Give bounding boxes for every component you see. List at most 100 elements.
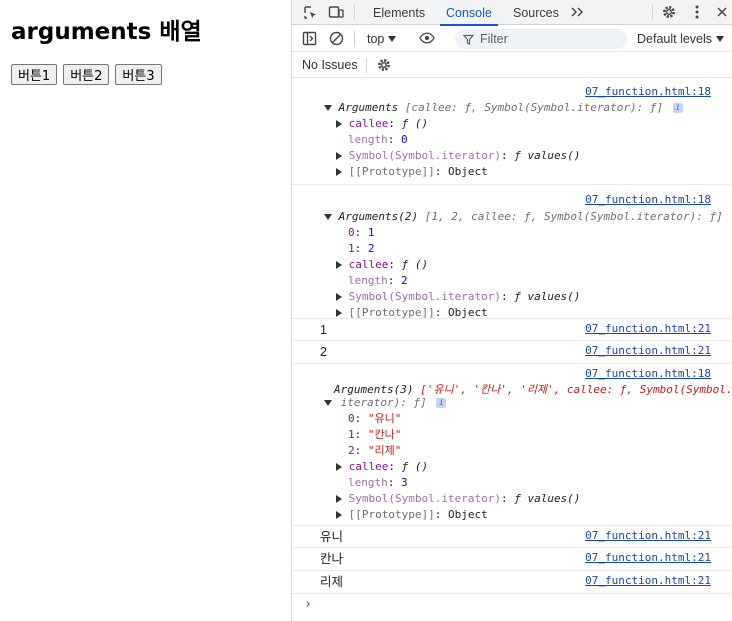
object-summary-cont[interactable]: iterator): ƒ] i — [324, 395, 447, 411]
object-summary[interactable]: Arguments [callee: ƒ, Symbol(Symbol.iter… — [324, 100, 683, 116]
prop-value: 2 — [401, 274, 408, 287]
tab-elements[interactable]: Elements — [373, 0, 425, 25]
prop-value: 1 — [367, 226, 375, 239]
button-2[interactable]: 버튼2 — [63, 64, 110, 85]
prop-key: callee — [348, 258, 389, 271]
collapse-triangle-icon — [336, 511, 342, 519]
source-link[interactable]: 07_function.html:21 — [585, 551, 711, 564]
console-message-simple: 칸나 07_function.html:21 — [292, 548, 732, 571]
prop-value: ƒ () — [401, 258, 429, 271]
issues-count[interactable]: No Issues — [302, 58, 358, 72]
prop-key: callee — [348, 460, 389, 473]
prop-value: 3 — [401, 476, 408, 489]
close-devtools-icon[interactable] — [714, 4, 730, 20]
more-tabs-icon[interactable] — [569, 4, 585, 20]
collapse-triangle-icon — [336, 293, 342, 301]
inspect-element-icon[interactable] — [302, 4, 318, 20]
prop-row: 1: "칸나" — [348, 427, 401, 443]
live-expression-eye-icon[interactable] — [419, 30, 435, 46]
context-selector[interactable]: top — [367, 30, 397, 48]
prop-row: length: 0 — [348, 132, 408, 148]
summary-name: Arguments(2) — [338, 210, 419, 223]
summary-name: Arguments — [338, 101, 399, 114]
context-selector-label: top — [367, 32, 385, 46]
object-summary[interactable]: Arguments(2) [1, 2, callee: ƒ, Symbol(Sy… — [324, 209, 732, 225]
prop-row[interactable]: callee: ƒ () — [336, 459, 428, 475]
summary-rest: [callee: ƒ, Symbol(Symbol.iterator): ƒ] — [404, 101, 664, 114]
console-prompt[interactable]: › — [304, 597, 312, 612]
button-3[interactable]: 버튼3 — [115, 64, 162, 85]
issues-divider — [366, 58, 367, 73]
source-link[interactable]: 07_function.html:18 — [585, 85, 711, 98]
prop-value: Object — [447, 306, 488, 319]
console-filter[interactable] — [455, 29, 627, 49]
prop-row: length: 3 — [348, 475, 408, 491]
source-link[interactable]: 07_function.html:21 — [585, 574, 711, 587]
toolbar-divider — [354, 31, 355, 47]
prop-sep: : — [387, 476, 401, 489]
prop-row: length: 2 — [348, 273, 408, 289]
prop-key: length — [348, 476, 388, 489]
console-message-log1: 07_function.html:18 Arguments [callee: ƒ… — [292, 79, 732, 185]
more-options-kebab-icon[interactable] — [689, 4, 705, 20]
expand-triangle-icon — [324, 105, 332, 111]
prop-row: 0: 1 — [348, 225, 375, 241]
log-levels-dropdown[interactable]: Default levels — [637, 30, 725, 48]
prop-value: Object — [447, 508, 488, 521]
button-1[interactable]: 버튼1 — [11, 64, 58, 85]
expand-triangle-icon — [324, 400, 332, 406]
source-link[interactable]: 07_function.html:18 — [585, 193, 711, 206]
collapse-triangle-icon — [336, 152, 342, 160]
clear-console-icon[interactable] — [328, 30, 344, 46]
prop-row[interactable]: callee: ƒ () — [336, 116, 428, 132]
prop-row[interactable]: Symbol(Symbol.iterator): ƒ values() — [336, 148, 580, 164]
prop-row[interactable]: [[Prototype]]: Object — [336, 164, 488, 180]
prop-key: length — [348, 274, 388, 287]
summary-rest: ['유니', '칸나', '리제', callee: ƒ, Symbol(Sym… — [420, 383, 732, 396]
prop-row[interactable]: Symbol(Symbol.iterator): ƒ values() — [336, 491, 580, 507]
prop-sep: : — [354, 444, 368, 457]
chevron-down-icon — [388, 36, 397, 42]
expand-triangle-icon — [324, 214, 332, 220]
prop-key: length — [348, 133, 388, 146]
tab-console[interactable]: Console — [440, 0, 498, 26]
source-link[interactable]: 07_function.html:18 — [585, 367, 711, 380]
button-row: 버튼1 버튼2 버튼3 — [11, 64, 162, 85]
log-text: 리제 — [320, 575, 344, 589]
prop-row: 1: 2 — [348, 241, 375, 257]
prop-sep: : — [354, 428, 368, 441]
prop-value: ƒ values() — [514, 149, 581, 162]
prop-value: Object — [447, 165, 488, 178]
summary-rest-cont: iterator): ƒ] — [340, 396, 427, 409]
prop-key: 1 — [348, 242, 355, 255]
filter-input[interactable] — [480, 32, 610, 46]
prop-row[interactable]: callee: ƒ () — [336, 257, 428, 273]
prop-row[interactable]: Symbol(Symbol.iterator): ƒ values() — [336, 289, 580, 305]
source-link[interactable]: 07_function.html:21 — [585, 322, 711, 335]
prop-key: Symbol(Symbol.iterator) — [348, 492, 501, 505]
log-text: 2 — [320, 345, 327, 359]
collapse-triangle-icon — [336, 463, 342, 471]
page-viewport: arguments 배열 버튼1 버튼2 버튼3 — [0, 0, 291, 621]
console-settings-gear-icon[interactable] — [376, 57, 392, 73]
prop-sep: : — [434, 165, 448, 178]
prop-key: 1 — [348, 428, 355, 441]
prop-row[interactable]: [[Prototype]]: Object — [336, 507, 488, 523]
prop-key: Symbol(Symbol.iterator) — [348, 290, 501, 303]
prop-sep: : — [388, 258, 402, 271]
prop-key: [[Prototype]] — [348, 306, 435, 319]
tab-sources[interactable]: Sources — [513, 0, 559, 25]
prop-sep: : — [434, 508, 448, 521]
show-sidebar-icon[interactable] — [301, 30, 317, 46]
info-icon: i — [672, 103, 683, 113]
collapse-triangle-icon — [336, 120, 342, 128]
prop-sep: : — [388, 460, 402, 473]
collapse-triangle-icon — [336, 309, 342, 317]
device-toolbar-icon[interactable] — [328, 4, 344, 20]
chevron-down-icon — [716, 36, 725, 42]
source-link[interactable]: 07_function.html:21 — [585, 344, 711, 357]
collapse-triangle-icon — [336, 168, 342, 176]
source-link[interactable]: 07_function.html:21 — [585, 529, 711, 542]
settings-gear-icon[interactable] — [661, 4, 677, 20]
prop-key: [[Prototype]] — [348, 165, 435, 178]
